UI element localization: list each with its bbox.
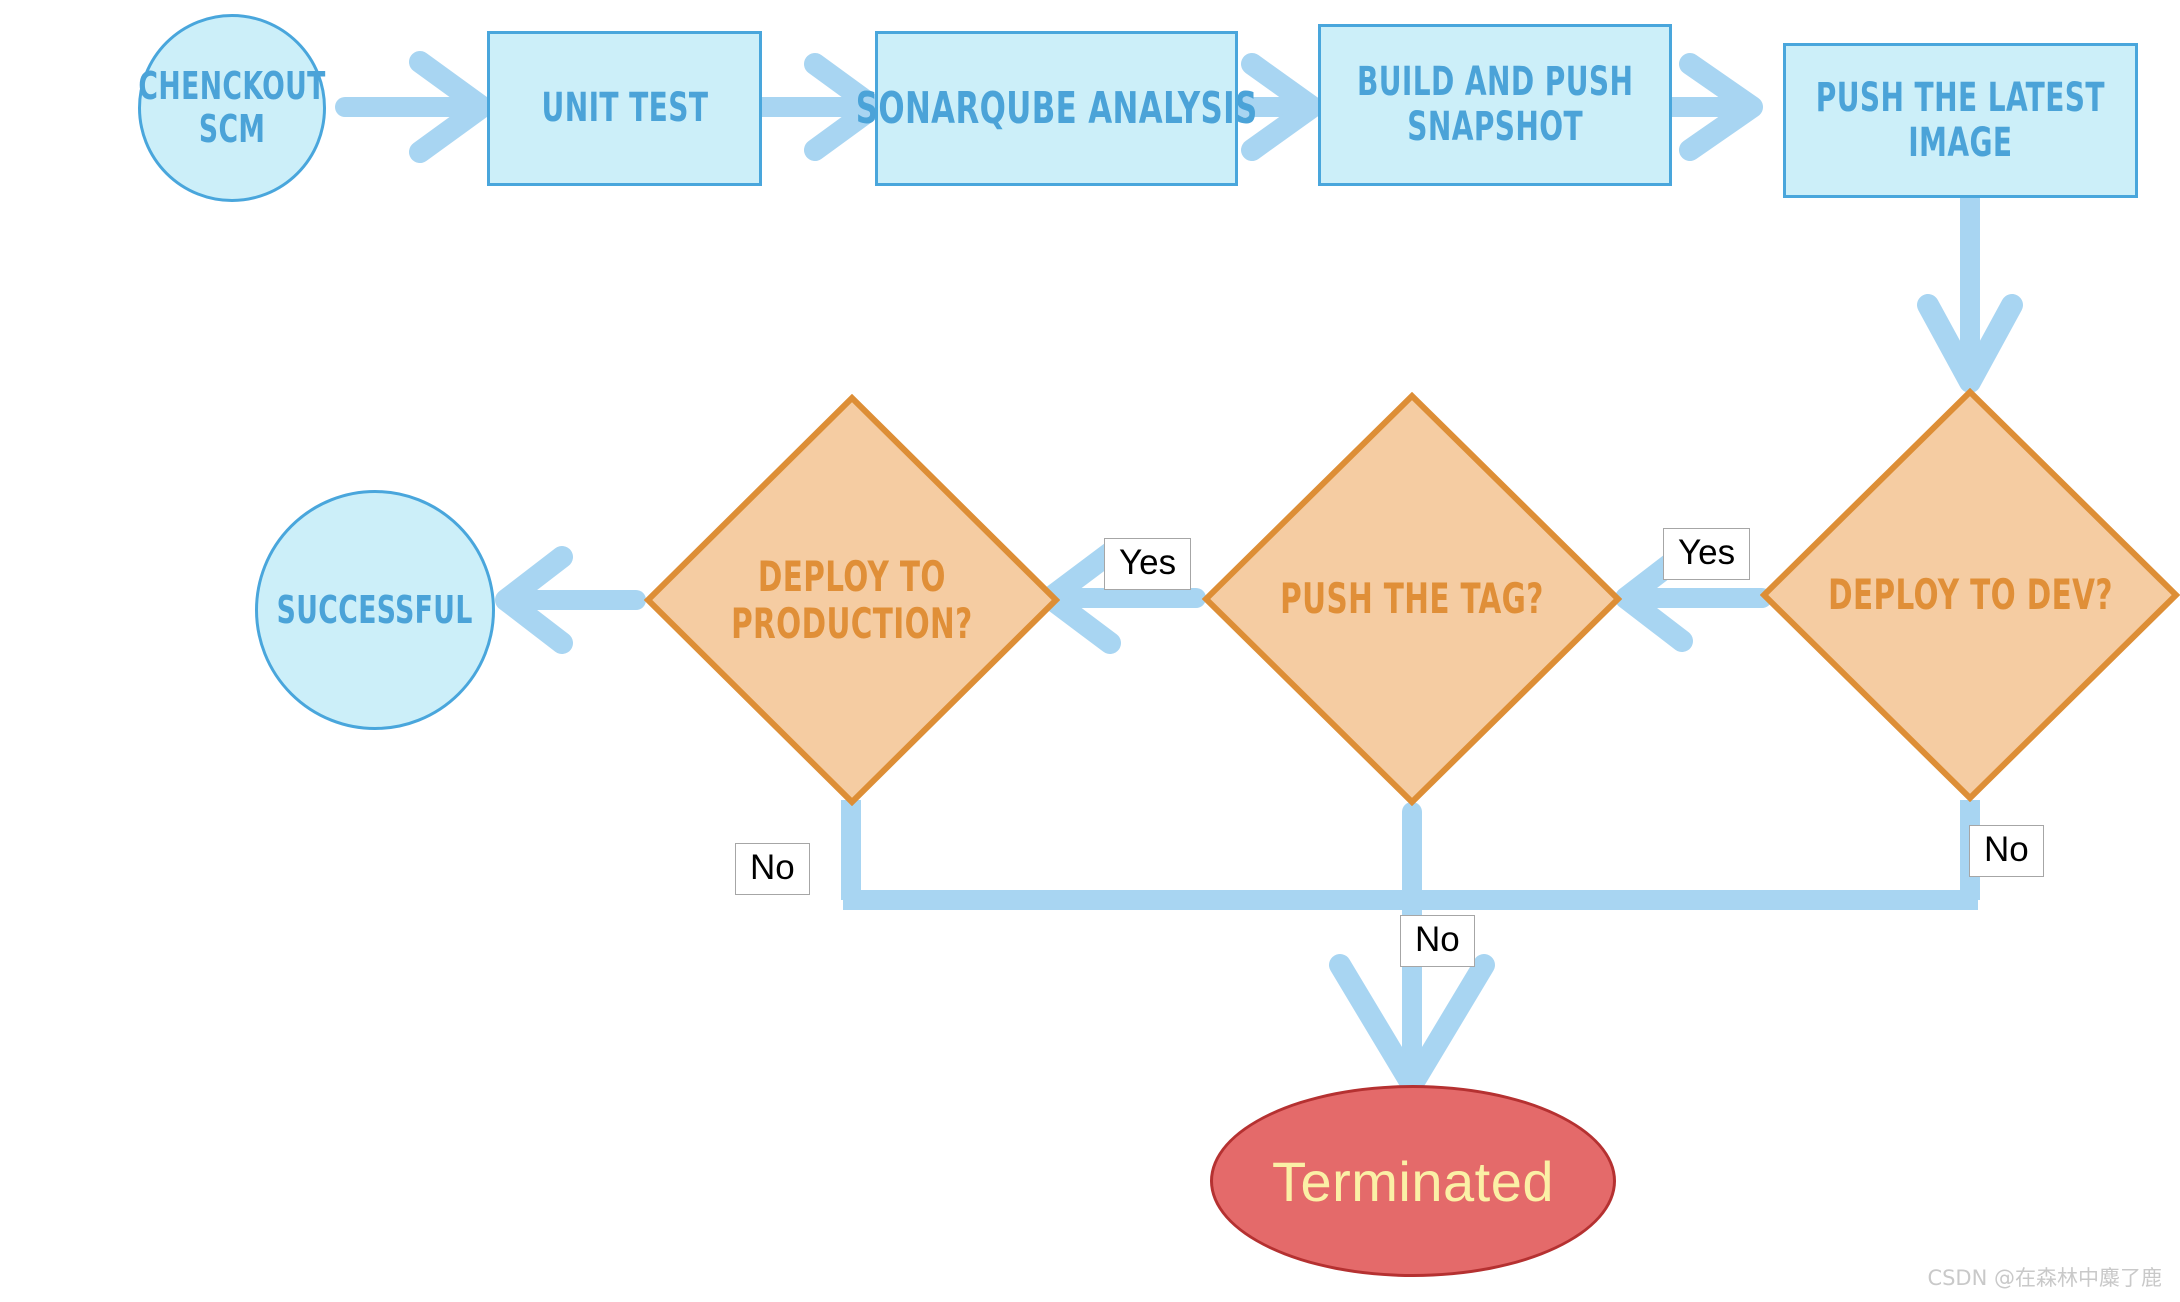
node-successful[interactable]: SUCCESSFUL bbox=[255, 490, 495, 730]
node-push-the-latest-image[interactable]: PUSH THE LATEST IMAGE bbox=[1783, 43, 2138, 198]
edge-label-deployprod-no: No bbox=[735, 843, 810, 895]
node-checkout-scm-line1: CHENCKOUT bbox=[138, 64, 326, 109]
node-successful-label: SUCCESSFUL bbox=[276, 587, 474, 632]
node-build-and-push-snapshot-line1: BUILD AND PUSH bbox=[1356, 59, 1634, 106]
edge-pushlatest-to-deploydev bbox=[1917, 188, 2023, 393]
edge-checkout-to-unittest bbox=[335, 51, 493, 163]
node-sonarqube-analysis[interactable]: SONARQUBE ANALYSIS bbox=[856, 31, 1257, 186]
node-deploy-to-production-line1: DEPLOY TO bbox=[758, 551, 946, 601]
node-build-and-push-snapshot[interactable]: BUILD AND PUSH SNAPSHOT bbox=[1318, 24, 1672, 186]
node-push-the-tag-label: PUSH THE TAG? bbox=[1280, 574, 1544, 624]
node-build-and-push-snapshot-line2: SNAPSHOT bbox=[1407, 104, 1583, 150]
node-unit-test-label: UNIT TEST bbox=[541, 85, 708, 132]
node-deploy-to-production-line2: PRODUCTION? bbox=[731, 599, 973, 648]
csdn-watermark: CSDN @在森林中麋了鹿 bbox=[1927, 1266, 2162, 1290]
edge-deployprod-to-successful bbox=[495, 546, 646, 654]
node-deploy-to-dev-label: DEPLOY TO DEV? bbox=[1827, 570, 2113, 620]
node-push-the-tag[interactable]: PUSH THE TAG? bbox=[1202, 392, 1622, 806]
node-terminated-label: Terminated bbox=[1271, 1149, 1555, 1213]
node-push-the-latest-image-line1: PUSH THE LATEST bbox=[1815, 74, 2106, 121]
edge-deployprod-no-to-bus bbox=[841, 800, 1412, 910]
edge-label-pushtag-no: No bbox=[1400, 915, 1475, 967]
node-deploy-to-production[interactable]: DEPLOY TO PRODUCTION? bbox=[644, 394, 1060, 806]
edge-label-deploydev-no: No bbox=[1969, 825, 2044, 877]
node-unit-test[interactable]: UNIT TEST bbox=[487, 31, 762, 186]
node-checkout-scm-line2: SCM bbox=[198, 107, 266, 151]
node-deploy-to-dev[interactable]: DEPLOY TO DEV? bbox=[1760, 388, 2180, 802]
node-push-the-latest-image-line2: IMAGE bbox=[1908, 119, 2013, 166]
node-checkout-scm[interactable]: CHENCKOUT SCM bbox=[138, 14, 326, 202]
edge-label-deploydev-yes: Yes bbox=[1663, 528, 1751, 580]
edge-deploydev-no-to-bus bbox=[1412, 800, 1980, 910]
node-sonarqube-analysis-label: SONARQUBE ANALYSIS bbox=[855, 82, 1258, 134]
node-terminated[interactable]: Terminated bbox=[1210, 1085, 1616, 1277]
edge-buildpush-to-pushlatest bbox=[1662, 53, 1763, 161]
flowchart-canvas: .ln { stroke:#A8D5F2; stroke-width:20; s… bbox=[0, 0, 2180, 1302]
edge-label-pushtag-yes: Yes bbox=[1104, 538, 1192, 590]
